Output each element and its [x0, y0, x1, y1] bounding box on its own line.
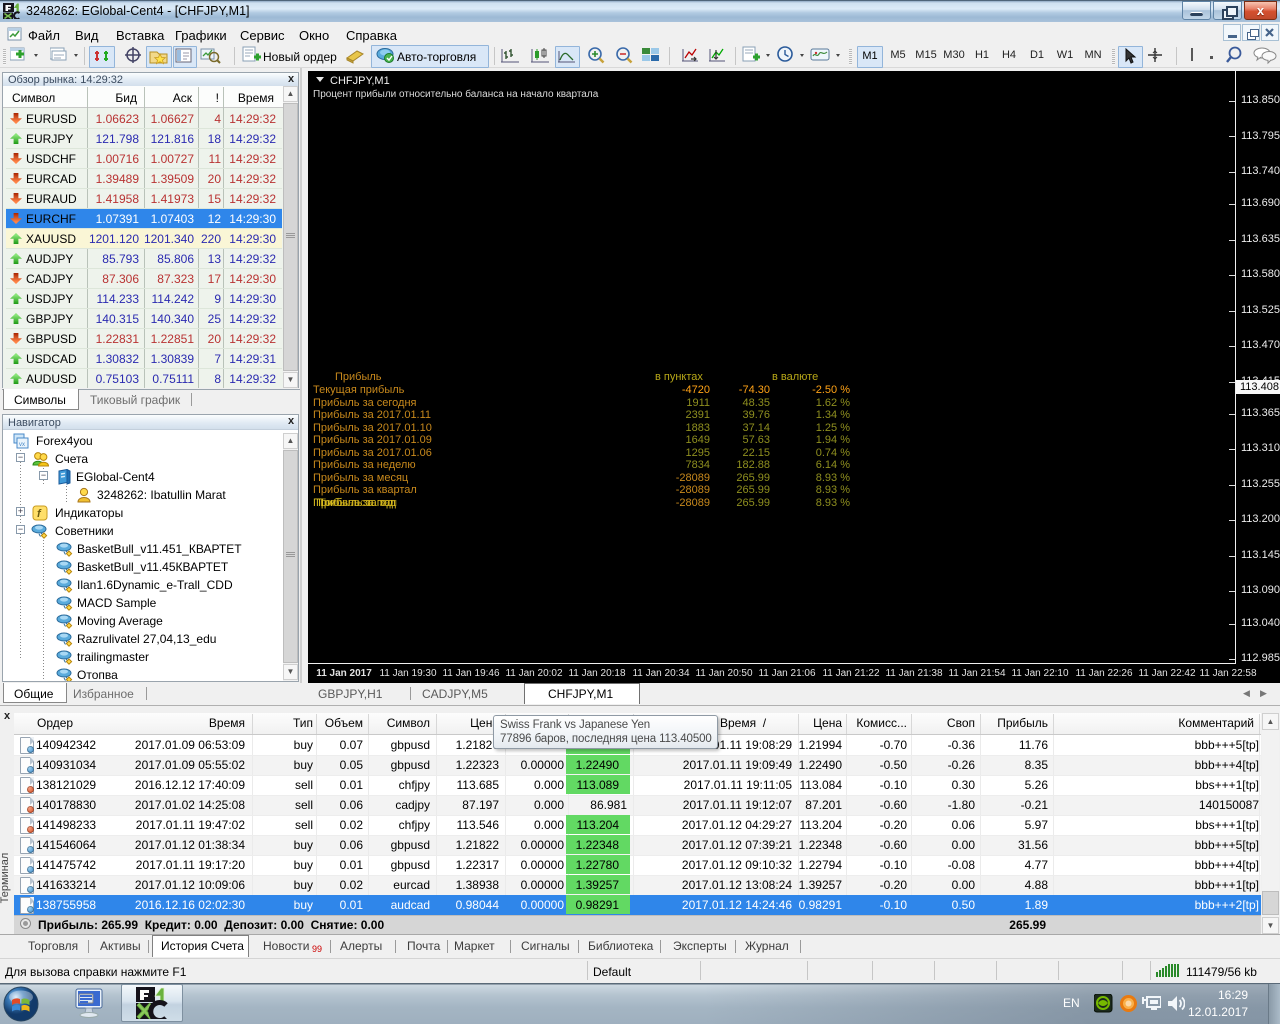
svg-text:vx: vx — [19, 442, 25, 448]
